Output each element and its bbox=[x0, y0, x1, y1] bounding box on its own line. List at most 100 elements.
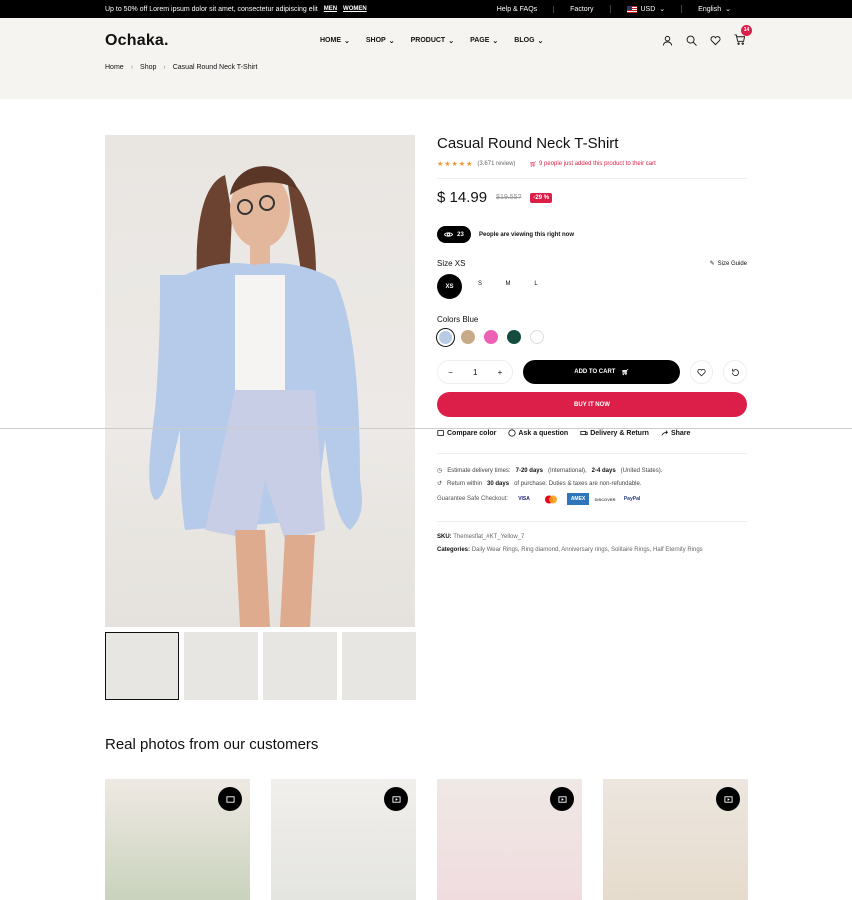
thumbnail-4[interactable] bbox=[342, 632, 416, 700]
size-guide-link[interactable]: ✎ Size Guide bbox=[710, 259, 747, 268]
chevron-down-icon: ⌄ bbox=[659, 6, 666, 13]
model-illustration bbox=[149, 166, 362, 627]
star-rating: ★★★★★ bbox=[437, 161, 474, 168]
quantity-stepper: − 1 + bbox=[437, 360, 514, 384]
eye-icon bbox=[444, 232, 454, 237]
plus-button[interactable]: + bbox=[498, 368, 503, 377]
swatch-white[interactable] bbox=[530, 330, 544, 344]
product-section: Casual Round Neck T-Shirt ★★★★★ (3.671 r… bbox=[0, 99, 852, 709]
factory-link[interactable]: Factory bbox=[553, 5, 609, 13]
swatch-beige[interactable] bbox=[461, 330, 475, 344]
viewers-pill: 23 bbox=[437, 226, 471, 243]
thumbnail-1[interactable] bbox=[105, 632, 179, 700]
chevron-down-icon: ⌄ bbox=[344, 37, 350, 45]
breadcrumb-current: Casual Round Neck T-Shirt bbox=[172, 64, 258, 71]
breadcrumb-shop[interactable]: Shop bbox=[140, 64, 156, 71]
chevron-down-icon: ⌄ bbox=[725, 6, 731, 13]
customer-photos bbox=[105, 779, 748, 900]
menu-blog[interactable]: BLOG ⌄ bbox=[514, 37, 543, 45]
ask-question-link[interactable]: Ask a question bbox=[508, 429, 568, 437]
safe-checkout: Guarantee Safe Checkout: VISA AMEX DISCO… bbox=[437, 493, 747, 505]
us-flag-icon bbox=[626, 5, 637, 13]
size-l[interactable]: L bbox=[526, 274, 546, 294]
wishlist-button[interactable] bbox=[689, 360, 714, 384]
customer-photo-3[interactable] bbox=[437, 779, 582, 900]
visa-icon: VISA bbox=[518, 496, 530, 502]
viewing-text: People are viewing this right now bbox=[479, 231, 575, 238]
compare-icon bbox=[437, 430, 444, 436]
help-link[interactable]: Help & FAQs bbox=[481, 6, 553, 13]
play-icon[interactable] bbox=[384, 787, 408, 811]
added-notice: 🛒︎ 9 people just added this product to th… bbox=[529, 161, 656, 168]
product-main-image[interactable] bbox=[105, 135, 415, 627]
ruler-icon: ✎ bbox=[709, 261, 715, 267]
thumbnail-3[interactable] bbox=[263, 632, 337, 700]
logo[interactable]: Ochaka. bbox=[105, 32, 169, 50]
buy-now-button[interactable]: BUY IT NOW bbox=[437, 392, 747, 417]
rating-row: ★★★★★ (3.671 review) 🛒︎ 9 people just add… bbox=[437, 160, 747, 179]
size-xs[interactable]: XS bbox=[437, 274, 462, 299]
checkout-label: Guarantee Safe Checkout: bbox=[437, 496, 509, 502]
thumbnail-2[interactable] bbox=[184, 632, 258, 700]
chevron-down-icon: ⌄ bbox=[388, 37, 395, 45]
chevron-down-icon: ⌄ bbox=[537, 37, 544, 45]
menu-page[interactable]: PAGE ⌄ bbox=[470, 37, 498, 45]
truck-icon bbox=[580, 431, 588, 435]
compare-button[interactable] bbox=[723, 360, 748, 384]
mastercard-icon bbox=[540, 493, 562, 505]
play-icon[interactable] bbox=[716, 787, 740, 811]
paypal-icon: PayPal bbox=[623, 496, 641, 502]
old-price: $19.55? bbox=[496, 194, 522, 201]
swatch-green[interactable] bbox=[507, 330, 521, 344]
review-count[interactable]: (3.671 review) bbox=[477, 161, 515, 167]
question-icon bbox=[508, 429, 517, 437]
promo-text: Up to 50% off Lorem ipsum dolor sit amet… bbox=[105, 5, 318, 13]
language-select[interactable]: English ⌄ bbox=[681, 5, 747, 13]
menu-shop[interactable]: SHOP ⌄ bbox=[366, 37, 395, 45]
minus-button[interactable]: − bbox=[448, 368, 453, 377]
return-icon: ↺ bbox=[437, 481, 443, 487]
delivery-return-link[interactable]: Delivery & Return bbox=[580, 429, 649, 437]
size-s[interactable]: S bbox=[470, 274, 490, 294]
product-meta: SKU: Themesflat_#KT_Yellow_7 Categories:… bbox=[437, 521, 747, 553]
size-m[interactable]: M bbox=[498, 274, 518, 294]
breadcrumb: Home › Shop › Casual Round Neck T-Shirt bbox=[0, 64, 852, 71]
search-icon[interactable] bbox=[686, 35, 697, 46]
product-actions: Compare color Ask a question Delivery & … bbox=[437, 429, 747, 437]
menu-home[interactable]: HOME ⌄ bbox=[320, 37, 350, 45]
categories-value[interactable]: Daily Wear Rings, Ring diamond, Annivers… bbox=[472, 547, 703, 553]
share-icon bbox=[661, 430, 668, 436]
swatch-blue[interactable] bbox=[439, 330, 452, 344]
customer-photo-2[interactable] bbox=[271, 779, 416, 900]
chevron-down-icon: ⌄ bbox=[492, 37, 499, 45]
cart-button[interactable]: 14 bbox=[734, 24, 752, 50]
product-title: Casual Round Neck T-Shirt bbox=[437, 135, 619, 152]
cart-icon: 🛒︎ bbox=[621, 369, 630, 376]
share-link[interactable]: Share bbox=[661, 429, 690, 437]
top-announcement-bar: Up to 50% off Lorem ipsum dolor sit amet… bbox=[0, 0, 852, 18]
heart-icon[interactable] bbox=[710, 35, 721, 46]
heart-icon bbox=[697, 368, 706, 376]
amex-icon: AMEX bbox=[567, 493, 590, 505]
customer-photo-4[interactable] bbox=[603, 779, 748, 900]
quantity-value[interactable]: 1 bbox=[473, 368, 477, 377]
delivery-info: ◷ Estimate delivery times: 7-20 days (Inter… bbox=[437, 453, 747, 505]
swatch-pink[interactable] bbox=[484, 330, 498, 344]
compare-color-link[interactable]: Compare color bbox=[437, 429, 496, 437]
user-icon[interactable] bbox=[662, 35, 673, 46]
cart-count-badge: 14 bbox=[741, 24, 752, 36]
men-link[interactable]: MEN bbox=[324, 6, 337, 12]
image-icon[interactable] bbox=[218, 787, 242, 811]
women-link[interactable]: WOMEN bbox=[343, 6, 367, 12]
menu-product[interactable]: PRODUCT ⌄ bbox=[411, 37, 455, 45]
customer-photo-1[interactable] bbox=[105, 779, 250, 900]
clock-icon: ◷ bbox=[437, 468, 443, 474]
play-icon[interactable] bbox=[550, 787, 574, 811]
currency-select[interactable]: USD ⌄ bbox=[609, 5, 682, 13]
add-to-cart-button[interactable]: ADD TO CART 🛒︎ bbox=[523, 360, 680, 384]
breadcrumb-home[interactable]: Home bbox=[105, 64, 124, 71]
main-menu: HOME ⌄ SHOP ⌄ PRODUCT ⌄ PAGE ⌄ BLOG ⌄ bbox=[320, 37, 543, 45]
size-options: XS S M L bbox=[437, 274, 747, 299]
header: Ochaka. HOME ⌄ SHOP ⌄ PRODUCT ⌄ PAGE ⌄ BLOG ⌄… bbox=[0, 18, 852, 99]
chevron-right-icon: › bbox=[163, 64, 166, 71]
